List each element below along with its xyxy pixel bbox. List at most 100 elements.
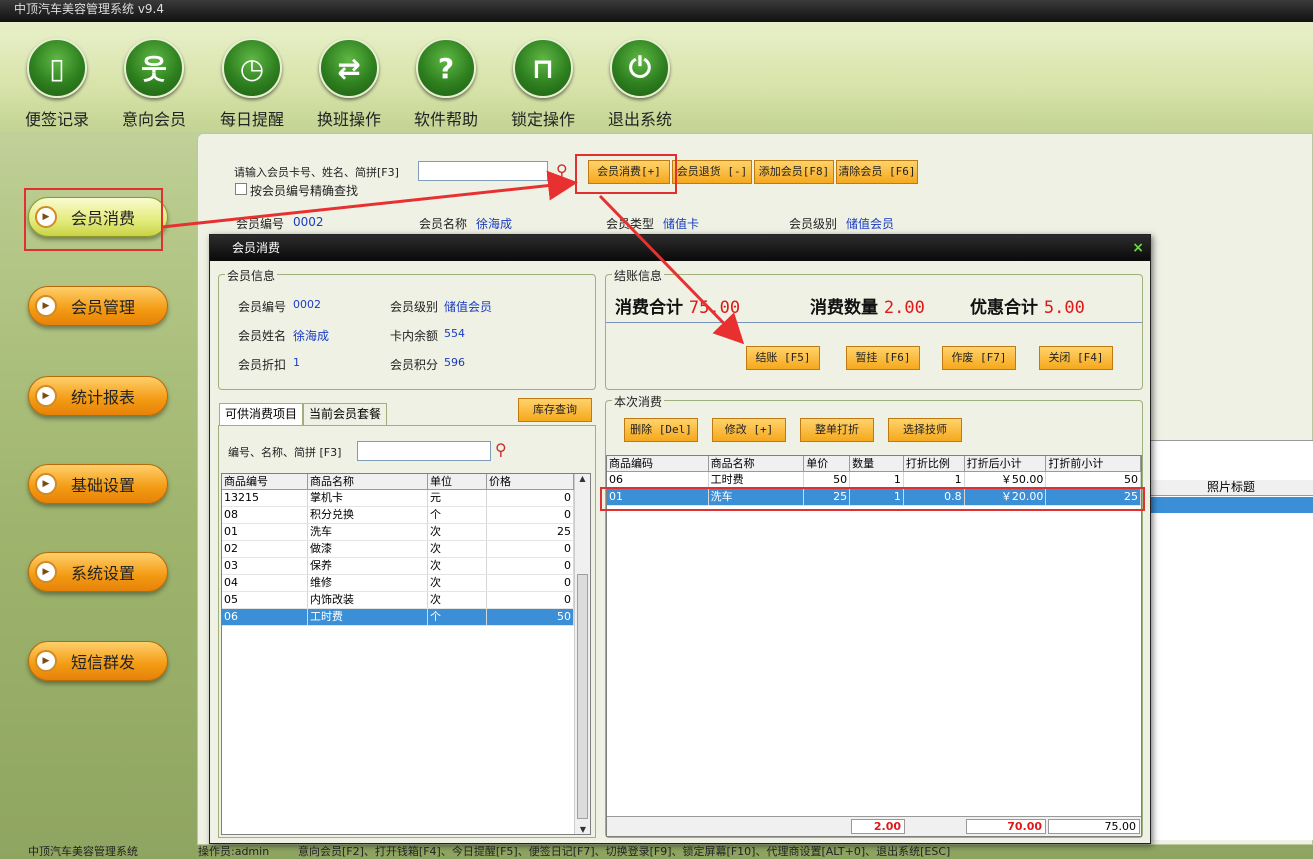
member-info-title: 会员信息: [225, 267, 278, 284]
member-type-value: 储值卡: [663, 217, 700, 231]
table-row[interactable]: 02 做漆次 0: [222, 541, 590, 558]
lock-icon: ⊓: [513, 38, 573, 98]
item-search-input[interactable]: [357, 441, 491, 461]
void-button[interactable]: 作废 [F7]: [942, 346, 1016, 370]
footer-after-total: 70.00: [966, 819, 1046, 834]
info-name-value: 徐海成: [293, 329, 330, 343]
settle-button[interactable]: 结账 [F5]: [746, 346, 820, 370]
qty-summary: 消费数量 2.00: [810, 298, 925, 318]
nav-sms[interactable]: ▶ 短信群发: [28, 641, 168, 681]
table-row-selected[interactable]: 06 工时费个 50: [222, 609, 590, 626]
select-technician-button[interactable]: 选择技师: [888, 418, 962, 442]
total-value: 75.00: [688, 298, 741, 318]
current-table-footer: 2.00 70.00 75.00: [607, 816, 1141, 836]
info-level-label: 会员级别: [390, 300, 439, 314]
info-balance-value: 554: [444, 327, 465, 340]
member-name-value: 徐海成: [476, 217, 513, 231]
help-icon: ?: [416, 38, 476, 98]
member-search-input[interactable]: [418, 161, 548, 181]
info-level-value: 储值会员: [444, 300, 493, 314]
member-level-value: 储值会员: [846, 217, 895, 231]
return-button[interactable]: 会员退货 [-]: [672, 160, 752, 184]
info-name-label: 会员姓名: [238, 329, 287, 343]
search-label: 请输入会员卡号、姓名、简拼[F3]: [234, 166, 399, 179]
items-table: 商品编号 商品名称 单位 价格 13215 掌机卡元 0 08 积分兑换个 0 01 洗车…: [221, 473, 591, 835]
modify-button[interactable]: 修改 [+]: [712, 418, 786, 442]
toolbar-reminder-button[interactable]: ◷ 每日提醒: [212, 38, 292, 130]
tab-packages[interactable]: 当前会员套餐: [303, 403, 388, 425]
close-button[interactable]: 关闭 [F4]: [1039, 346, 1113, 370]
exact-search-label: 按会员编号精确查找: [250, 184, 359, 198]
alarm-clock-icon: ◷: [222, 38, 282, 98]
play-icon: ▶: [35, 295, 57, 317]
table-row[interactable]: 04 维修次 0: [222, 575, 590, 592]
add-member-button[interactable]: 添加会员[F8]: [754, 160, 834, 184]
nav-reports[interactable]: ▶ 统计报表: [28, 376, 168, 416]
discount-all-button[interactable]: 整单打折: [800, 418, 874, 442]
toolbar-exit-button[interactable]: ⏻ 退出系统: [600, 38, 680, 130]
info-discount-value: 1: [293, 356, 300, 369]
exact-search-checkbox[interactable]: [235, 183, 247, 195]
play-icon: ▶: [35, 561, 57, 583]
search-icon[interactable]: ⚲: [556, 161, 568, 180]
discount-value: 5.00: [1043, 298, 1085, 318]
stock-query-button[interactable]: 库存查询: [518, 398, 592, 422]
highlight-consume: [575, 154, 677, 194]
toolbar-prospect-button[interactable]: 웃 意向会员: [114, 38, 194, 130]
scroll-thumb[interactable]: [577, 574, 588, 819]
close-icon[interactable]: ×: [1132, 240, 1144, 256]
scroll-down-icon[interactable]: ▼: [575, 825, 590, 834]
clear-member-button[interactable]: 清除会员 [F6]: [836, 160, 918, 184]
discount-summary: 优惠合计 5.00: [970, 298, 1085, 318]
search-icon[interactable]: ⚲: [495, 440, 507, 459]
tab-items[interactable]: 可供消费项目: [219, 403, 304, 425]
info-id-label: 会员编号: [238, 300, 287, 314]
member-type-label: 会员类型: [606, 217, 655, 231]
toolbar-lock-button[interactable]: ⊓ 锁定操作: [503, 38, 583, 130]
status-bar: 中顶汽车美容管理系统 操作员:admin 意向会员[F2]、打开钱箱[F4]、今…: [0, 845, 1313, 859]
table-row[interactable]: 08 积分兑换个 0: [222, 507, 590, 524]
current-consume-title: 本次消费: [612, 393, 665, 410]
current-table-header: 商品编码 商品名称 单价 数量 打折比例 打折后小计 打折前小计: [607, 456, 1141, 472]
item-search-label: 编号、名称、简拼 [F3]: [228, 446, 342, 459]
nav-system-settings[interactable]: ▶ 系统设置: [28, 552, 168, 592]
info-discount-label: 会员折扣: [238, 358, 287, 372]
highlight-nav: [24, 188, 163, 251]
info-points-label: 会员积分: [390, 358, 439, 372]
table-row[interactable]: 13215 掌机卡元 0: [222, 490, 590, 507]
qty-value: 2.00: [883, 298, 925, 318]
items-table-header: 商品编号 商品名称 单位 价格: [222, 474, 590, 490]
toolbar-help-button[interactable]: ? 软件帮助: [406, 38, 486, 130]
play-icon: ▶: [35, 650, 57, 672]
checkout-divider: [606, 322, 1142, 323]
toolbar-note-button[interactable]: ▯ 便签记录: [17, 38, 97, 130]
dialog-title: 会员消费: [210, 235, 1150, 261]
status-operator: 操作员:admin: [198, 845, 270, 858]
play-icon: ▶: [35, 385, 57, 407]
delete-button[interactable]: 删除 [Del]: [624, 418, 698, 442]
status-app: 中顶汽车美容管理系统: [28, 845, 138, 858]
info-id-value: 0002: [293, 298, 321, 311]
footer-before-total: 75.00: [1048, 819, 1140, 834]
member-name-label: 会员名称: [419, 217, 468, 231]
hold-button[interactable]: 暂挂 [F6]: [846, 346, 920, 370]
nav-basic-settings[interactable]: ▶ 基础设置: [28, 464, 168, 504]
member-level-label: 会员级别: [789, 217, 838, 231]
table-row[interactable]: 01 洗车次 25: [222, 524, 590, 541]
nav-member-manage[interactable]: ▶ 会员管理: [28, 286, 168, 326]
toolbar-shift-button[interactable]: ⇄ 换班操作: [309, 38, 389, 130]
member-id-value: 0002: [293, 215, 324, 229]
total-summary: 消费合计 75.00: [615, 298, 741, 318]
info-balance-label: 卡内余额: [390, 329, 439, 343]
consume-dialog: 会员消费 × 会员信息 会员编号 0002 会员级别 储值会员 会员姓名 徐海成…: [209, 234, 1151, 844]
swap-arrows-icon: ⇄: [319, 38, 379, 98]
photo-title-header: 照片标题: [1150, 480, 1313, 496]
current-consume-table: 商品编码 商品名称 单价 数量 打折比例 打折后小计 打折前小计 06 工时费 50…: [606, 455, 1142, 837]
items-scrollbar[interactable]: ▲ ▼: [574, 474, 590, 834]
member-id-label: 会员编号: [236, 217, 285, 231]
scroll-up-icon[interactable]: ▲: [575, 474, 590, 483]
power-icon: ⏻: [610, 38, 670, 98]
table-row[interactable]: 05 内饰改装次 0: [222, 592, 590, 609]
note-icon: ▯: [27, 38, 87, 98]
table-row[interactable]: 03 保养次 0: [222, 558, 590, 575]
